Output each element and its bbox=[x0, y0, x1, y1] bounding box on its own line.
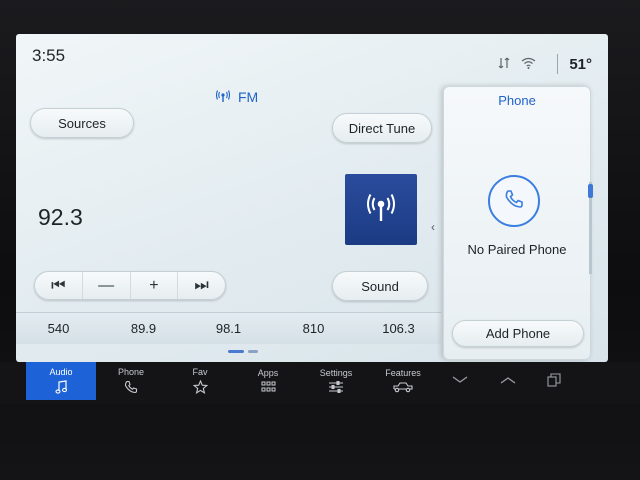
phone-handset-icon bbox=[503, 188, 525, 215]
preset-button[interactable]: 98.1 bbox=[186, 313, 271, 344]
sources-button[interactable]: Sources bbox=[30, 108, 134, 138]
apps-grid-icon bbox=[261, 381, 276, 395]
nav-apps-label: Apps bbox=[257, 367, 279, 378]
nav-audio-label: Audio bbox=[49, 366, 73, 377]
radio-broadcast-icon bbox=[364, 190, 398, 229]
tuning-controls: ⏮ — + ⏭ bbox=[34, 271, 226, 300]
nav-fav-label: Fav bbox=[192, 366, 208, 377]
nav-settings[interactable]: Settings bbox=[304, 362, 368, 400]
nav-settings-label: Settings bbox=[319, 367, 353, 378]
scrollbar-thumb[interactable] bbox=[588, 184, 593, 198]
radio-antenna-icon bbox=[215, 89, 231, 105]
nav-audio[interactable]: Audio bbox=[26, 362, 96, 400]
tune-down-button[interactable]: — bbox=[83, 272, 131, 299]
preset-button[interactable]: 89.9 bbox=[101, 313, 186, 344]
nav-phone[interactable]: Phone bbox=[100, 362, 162, 400]
nav-fav[interactable]: Fav bbox=[168, 362, 232, 400]
sliders-icon bbox=[328, 380, 344, 395]
seek-forward-button[interactable]: ⏭ bbox=[178, 272, 225, 299]
source-name: FM bbox=[238, 89, 259, 105]
pairing-status: No Paired Phone bbox=[467, 242, 567, 257]
nav-features[interactable]: Features bbox=[370, 362, 436, 400]
status-icons bbox=[497, 56, 536, 70]
seek-back-button[interactable]: ⏮ bbox=[35, 272, 83, 299]
music-note-icon bbox=[55, 379, 68, 396]
station-art-tile bbox=[345, 174, 417, 245]
outside-temperature: 51° bbox=[569, 56, 592, 73]
preset-button[interactable]: 106.3 bbox=[356, 313, 441, 344]
phone-icon bbox=[124, 380, 138, 396]
preset-bar: 540 89.9 98.1 810 106.3 bbox=[16, 312, 441, 344]
panel-collapse-chevron-icon[interactable]: ‹ bbox=[431, 220, 435, 234]
direct-tune-button[interactable]: Direct Tune bbox=[332, 113, 432, 143]
phone-panel: Phone No Paired Phone Add Phone bbox=[443, 86, 591, 360]
nav-phone-label: Phone bbox=[117, 366, 145, 377]
status-divider bbox=[557, 54, 558, 74]
preset-button[interactable]: 810 bbox=[271, 313, 356, 344]
scroll-up-button[interactable] bbox=[488, 362, 528, 400]
sound-button[interactable]: Sound bbox=[332, 271, 428, 301]
scroll-down-button[interactable] bbox=[440, 362, 480, 400]
station-frequency: 92.3 bbox=[38, 204, 83, 230]
bottom-nav-bar: Audio Phone Fav Apps Settings Features bbox=[0, 362, 640, 404]
add-phone-button[interactable]: Add Phone bbox=[452, 320, 584, 347]
preset-page-indicator bbox=[228, 350, 258, 353]
current-source: FM bbox=[215, 89, 259, 105]
nav-features-label: Features bbox=[385, 367, 421, 378]
truck-icon bbox=[393, 381, 413, 395]
data-transfer-icon bbox=[497, 56, 511, 70]
chevron-down-icon bbox=[452, 376, 468, 386]
phone-connect-button[interactable] bbox=[488, 175, 540, 227]
phone-panel-title: Phone bbox=[498, 93, 536, 108]
nav-apps[interactable]: Apps bbox=[236, 362, 300, 400]
page-dot bbox=[248, 350, 258, 353]
page-dot-active bbox=[228, 350, 244, 353]
status-bar: 3:55 51° bbox=[16, 34, 608, 78]
star-icon bbox=[192, 379, 208, 396]
tune-up-button[interactable]: + bbox=[131, 272, 179, 299]
preset-button[interactable]: 540 bbox=[16, 313, 101, 344]
chevron-up-icon bbox=[500, 376, 516, 386]
wifi-icon bbox=[521, 57, 536, 69]
infotainment-screen: 3:55 51° FM Sources Direct Tune 92.3 ‹ ⏮… bbox=[16, 34, 608, 362]
split-screen-button[interactable] bbox=[536, 362, 572, 400]
windows-stack-icon bbox=[547, 373, 561, 389]
clock: 3:55 bbox=[32, 46, 66, 65]
